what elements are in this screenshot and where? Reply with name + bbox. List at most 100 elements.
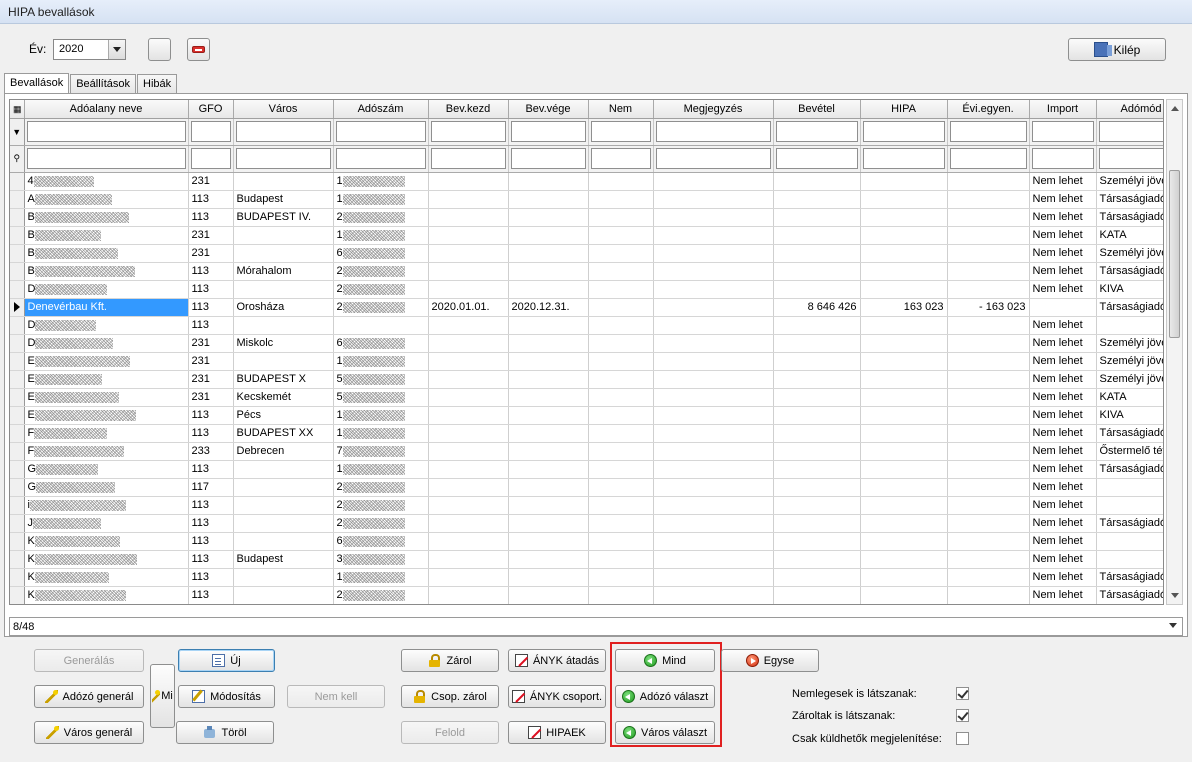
- cell-end[interactable]: [508, 262, 589, 281]
- cell-mode[interactable]: Társaságiadó: [1096, 190, 1163, 209]
- cell-hipa[interactable]: [860, 532, 948, 551]
- cell-name[interactable]: K: [24, 568, 189, 587]
- search-input[interactable]: [335, 148, 426, 169]
- cell-end[interactable]: [508, 532, 589, 551]
- cell-city[interactable]: [233, 460, 334, 479]
- col-header[interactable]: Adószám: [333, 100, 429, 119]
- cell-start[interactable]: [428, 550, 509, 569]
- cell-hipa[interactable]: [860, 244, 948, 263]
- cell-city[interactable]: [233, 280, 334, 299]
- cell-name[interactable]: E: [24, 406, 189, 425]
- show-locked-checkbox[interactable]: [956, 709, 969, 722]
- cell-gfo[interactable]: 113: [188, 262, 234, 281]
- current-row-indicator[interactable]: [10, 298, 25, 317]
- cell-nem[interactable]: [588, 298, 654, 317]
- row-indicator[interactable]: [10, 316, 25, 335]
- cell-import[interactable]: [1029, 298, 1097, 317]
- row-indicator[interactable]: [10, 388, 25, 407]
- cell-import[interactable]: Nem lehet: [1029, 550, 1097, 569]
- cell-end[interactable]: [508, 550, 589, 569]
- cell-start[interactable]: [428, 262, 509, 281]
- scroll-up-icon[interactable]: [1167, 100, 1182, 117]
- cell-mode[interactable]: Személyi jöve: [1096, 370, 1163, 389]
- cell-note[interactable]: [653, 586, 774, 604]
- row-indicator[interactable]: [10, 370, 25, 389]
- cell-city[interactable]: Kecskemét: [233, 388, 334, 407]
- cell-name[interactable]: K: [24, 586, 189, 604]
- cell-start[interactable]: [428, 460, 509, 479]
- cell-nem[interactable]: [588, 262, 654, 281]
- cell-rev[interactable]: [773, 496, 861, 515]
- year-select[interactable]: 2020: [53, 39, 126, 60]
- filter-input[interactable]: [26, 121, 186, 142]
- cell-import[interactable]: Nem lehet: [1029, 496, 1097, 515]
- row-indicator[interactable]: [10, 208, 25, 227]
- cell-tax[interactable]: 5: [333, 388, 429, 407]
- cell-nem[interactable]: [588, 478, 654, 497]
- cell-gfo[interactable]: 113: [188, 460, 234, 479]
- cell-nem[interactable]: [588, 190, 654, 209]
- cell-hipa[interactable]: [860, 226, 948, 245]
- cell-city[interactable]: [233, 172, 334, 191]
- chevron-down-icon[interactable]: [108, 40, 125, 59]
- table-row[interactable]: B 231 1 Nem lehet KATA: [10, 226, 1163, 245]
- search-input[interactable]: [26, 148, 186, 169]
- cell-tax[interactable]: 2: [333, 586, 429, 604]
- cell-tax[interactable]: 1: [333, 460, 429, 479]
- cell-city[interactable]: Mórahalom: [233, 262, 334, 281]
- cell-bal[interactable]: [947, 550, 1030, 569]
- cell-end[interactable]: [508, 334, 589, 353]
- cell-tax[interactable]: 1: [333, 406, 429, 425]
- row-indicator[interactable]: [10, 514, 25, 533]
- row-indicator[interactable]: [10, 568, 25, 587]
- hipaek-button[interactable]: HIPAEK: [508, 721, 606, 744]
- cell-hipa[interactable]: [860, 334, 948, 353]
- cell-nem[interactable]: [588, 172, 654, 191]
- filter-input[interactable]: [190, 121, 231, 142]
- search-input[interactable]: [1098, 148, 1163, 169]
- cell-mode[interactable]: [1096, 478, 1163, 497]
- cell-name[interactable]: D: [24, 334, 189, 353]
- cell-end[interactable]: [508, 568, 589, 587]
- cell-city[interactable]: [233, 352, 334, 371]
- cell-gfo[interactable]: 113: [188, 298, 234, 317]
- cell-start[interactable]: [428, 334, 509, 353]
- row-indicator[interactable]: [10, 496, 25, 515]
- cell-city[interactable]: BUDAPEST XX: [233, 424, 334, 443]
- search-input[interactable]: [190, 148, 231, 169]
- col-header[interactable]: Város: [233, 100, 334, 119]
- cell-end[interactable]: [508, 190, 589, 209]
- row-indicator[interactable]: [10, 280, 25, 299]
- cell-rev[interactable]: [773, 388, 861, 407]
- cell-mode[interactable]: [1096, 316, 1163, 335]
- cell-tax[interactable]: 1: [333, 190, 429, 209]
- cell-name[interactable]: i: [24, 496, 189, 515]
- cell-rev[interactable]: [773, 334, 861, 353]
- cell-rev[interactable]: [773, 478, 861, 497]
- cell-city[interactable]: Debrecen: [233, 442, 334, 461]
- cell-import[interactable]: Nem lehet: [1029, 334, 1097, 353]
- cell-start[interactable]: [428, 478, 509, 497]
- cell-import[interactable]: Nem lehet: [1029, 568, 1097, 587]
- row-indicator[interactable]: [10, 406, 25, 425]
- col-header[interactable]: Bev.kezd: [428, 100, 509, 119]
- cell-note[interactable]: [653, 172, 774, 191]
- cell-tax[interactable]: 5: [333, 370, 429, 389]
- cell-note[interactable]: [653, 532, 774, 551]
- cell-gfo[interactable]: 113: [188, 280, 234, 299]
- cell-tax[interactable]: 6: [333, 334, 429, 353]
- cell-bal[interactable]: [947, 334, 1030, 353]
- filter-input[interactable]: [949, 121, 1027, 142]
- filter-input[interactable]: [775, 121, 858, 142]
- search-input[interactable]: [430, 148, 506, 169]
- show-nil-returns-checkbox[interactable]: [956, 687, 969, 700]
- cell-tax[interactable]: 2: [333, 208, 429, 227]
- cell-end[interactable]: [508, 244, 589, 263]
- cell-city[interactable]: [233, 496, 334, 515]
- cell-rev[interactable]: [773, 244, 861, 263]
- row-indicator[interactable]: [10, 586, 25, 604]
- row-indicator[interactable]: [10, 172, 25, 191]
- cell-tax[interactable]: 3: [333, 550, 429, 569]
- cell-rev[interactable]: [773, 262, 861, 281]
- search-input[interactable]: [655, 148, 771, 169]
